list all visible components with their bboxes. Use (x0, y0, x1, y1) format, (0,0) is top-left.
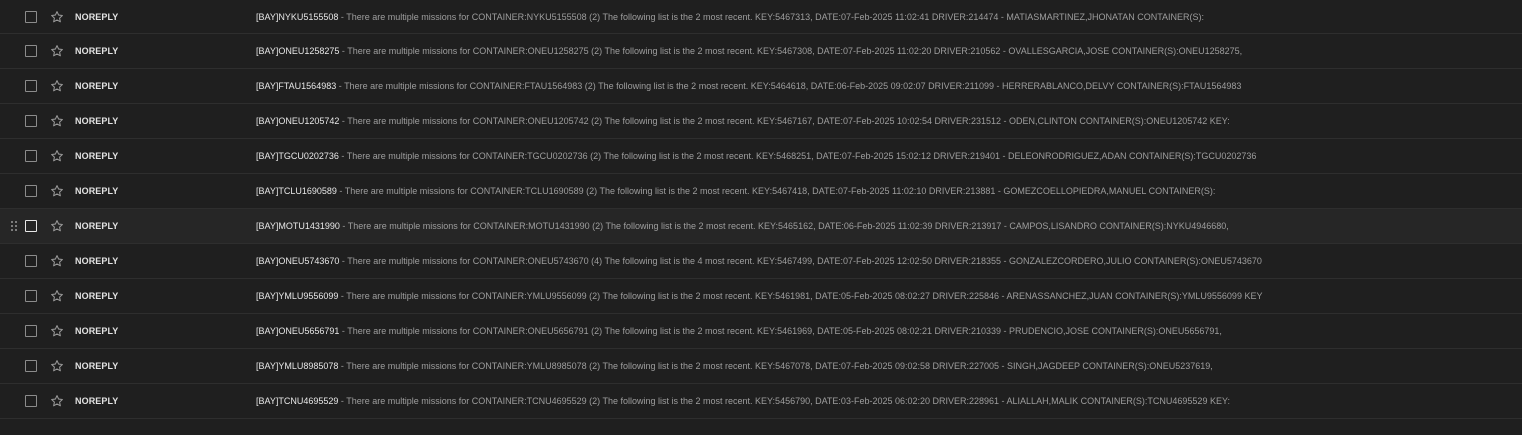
star-icon[interactable] (50, 184, 64, 198)
email-snippet: There are multiple missions for CONTAINE… (347, 326, 1222, 336)
select-checkbox[interactable] (25, 290, 37, 302)
select-checkbox[interactable] (25, 10, 37, 23)
sender-name: NOREPLY (75, 361, 119, 371)
subject-separator: - (339, 221, 348, 231)
email-row[interactable]: NOREPLY [BAY]FTAU1564983 - There are mul… (0, 69, 1522, 104)
email-subject: [BAY]TCNU4695529 (256, 396, 339, 406)
email-subject: [BAY]TCLU1690589 (256, 186, 337, 196)
subject-separator: - (336, 81, 345, 91)
email-subject: [BAY]ONEU1258275 (256, 46, 340, 56)
email-subject: [BAY]FTAU1564983 (256, 81, 337, 91)
sender-name: NOREPLY (75, 116, 119, 126)
email-row[interactable]: NOREPLY [BAY]YMLU8985078 - There are mul… (0, 349, 1522, 384)
email-preview: [BAY]NYKU5155508 - There are multiple mi… (256, 12, 1502, 22)
email-preview: [BAY]ONEU5656791 - There are multiple mi… (256, 326, 1502, 336)
email-row[interactable]: NOREPLY [BAY]ONEU5656791 - There are mul… (0, 314, 1522, 349)
select-checkbox[interactable] (25, 395, 37, 407)
email-snippet: There are multiple missions for CONTAINE… (346, 11, 1205, 22)
subject-separator: - (338, 151, 347, 161)
select-checkbox[interactable] (25, 45, 37, 57)
email-subject: [BAY]NYKU5155508 (256, 11, 339, 22)
email-subject: [BAY]ONEU5743670 (256, 256, 340, 266)
email-list: NOREPLY [BAY]NYKU5155508 - There are mul… (0, 0, 1522, 419)
star-icon[interactable] (50, 44, 64, 58)
sender-name: NOREPLY (75, 396, 119, 406)
email-row[interactable]: NOREPLY [BAY]TCNU4695529 - There are mul… (0, 384, 1522, 419)
star-icon[interactable] (50, 324, 64, 338)
email-preview: [BAY]TGCU0202736 - There are multiple mi… (256, 151, 1502, 161)
email-snippet: There are multiple missions for CONTAINE… (344, 186, 1216, 196)
email-snippet: There are multiple missions for CONTAINE… (347, 116, 1230, 126)
email-snippet: There are multiple missions for CONTAINE… (346, 396, 1230, 406)
email-snippet: There are multiple missions for CONTAINE… (346, 291, 1263, 301)
select-checkbox[interactable] (25, 150, 37, 162)
email-subject: [BAY]ONEU1205742 (256, 116, 340, 126)
email-snippet: There are multiple missions for CONTAINE… (346, 361, 1213, 371)
email-subject: [BAY]ONEU5656791 (256, 326, 340, 336)
sender-name: NOREPLY (75, 186, 119, 196)
email-row[interactable]: NOREPLY [BAY]ONEU1258275 - There are mul… (0, 34, 1522, 69)
select-checkbox[interactable] (25, 115, 37, 127)
sender-name: NOREPLY (75, 151, 119, 161)
star-icon[interactable] (50, 10, 64, 24)
sender-name: NOREPLY (75, 11, 119, 22)
star-icon[interactable] (50, 394, 64, 408)
select-checkbox[interactable] (25, 220, 37, 232)
star-icon[interactable] (50, 289, 64, 303)
email-subject: [BAY]TGCU0202736 (256, 151, 339, 161)
select-checkbox[interactable] (25, 360, 37, 372)
email-preview: [BAY]TCNU4695529 - There are multiple mi… (256, 396, 1502, 406)
select-checkbox[interactable] (25, 80, 37, 92)
email-snippet: There are multiple missions for CONTAINE… (346, 151, 1257, 161)
email-row[interactable]: NOREPLY [BAY]TCLU1690589 - There are mul… (0, 174, 1522, 209)
email-row[interactable]: NOREPLY [BAY]NYKU5155508 - There are mul… (0, 0, 1522, 34)
drag-handle-icon[interactable] (11, 221, 17, 231)
email-subject: [BAY]YMLU8985078 (256, 361, 339, 371)
star-icon[interactable] (50, 149, 64, 163)
sender-name: NOREPLY (75, 291, 119, 301)
select-checkbox[interactable] (25, 255, 37, 267)
star-icon[interactable] (50, 79, 64, 93)
sender-name: NOREPLY (75, 81, 119, 91)
email-snippet: There are multiple missions for CONTAINE… (344, 81, 1242, 91)
star-icon[interactable] (50, 254, 64, 268)
sender-name: NOREPLY (75, 221, 119, 231)
email-row[interactable]: NOREPLY [BAY]YMLU9556099 - There are mul… (0, 279, 1522, 314)
email-snippet: There are multiple missions for CONTAINE… (347, 46, 1243, 56)
email-snippet: There are multiple missions for CONTAINE… (347, 256, 1262, 266)
email-subject: [BAY]YMLU9556099 (256, 291, 339, 301)
email-preview: [BAY]ONEU5743670 - There are multiple mi… (256, 256, 1502, 266)
email-preview: [BAY]FTAU1564983 - There are multiple mi… (256, 81, 1502, 91)
star-icon[interactable] (50, 359, 64, 373)
sender-name: NOREPLY (75, 256, 119, 266)
email-preview: [BAY]TCLU1690589 - There are multiple mi… (256, 186, 1502, 196)
subject-separator: - (336, 186, 345, 196)
email-row[interactable]: NOREPLY [BAY]TGCU0202736 - There are mul… (0, 139, 1522, 174)
email-row[interactable]: NOREPLY [BAY]ONEU1205742 - There are mul… (0, 104, 1522, 139)
sender-name: NOREPLY (75, 326, 119, 336)
select-checkbox[interactable] (25, 325, 37, 337)
sender-name: NOREPLY (75, 46, 119, 56)
select-checkbox[interactable] (25, 185, 37, 197)
email-preview: [BAY]YMLU8985078 - There are multiple mi… (256, 361, 1502, 371)
star-icon[interactable] (50, 114, 64, 128)
email-row[interactable]: NOREPLY [BAY]ONEU5743670 - There are mul… (0, 244, 1522, 279)
email-subject: [BAY]MOTU1431990 (256, 221, 340, 231)
email-preview: [BAY]MOTU1431990 - There are multiple mi… (256, 221, 1502, 231)
email-preview: [BAY]ONEU1258275 - There are multiple mi… (256, 46, 1502, 56)
email-snippet: There are multiple missions for CONTAINE… (347, 221, 1229, 231)
email-preview: [BAY]ONEU1205742 - There are multiple mi… (256, 116, 1502, 126)
star-icon[interactable] (50, 219, 64, 233)
email-row[interactable]: NOREPLY [BAY]MOTU1431990 - There are mul… (0, 209, 1522, 244)
email-preview: [BAY]YMLU9556099 - There are multiple mi… (256, 291, 1502, 301)
